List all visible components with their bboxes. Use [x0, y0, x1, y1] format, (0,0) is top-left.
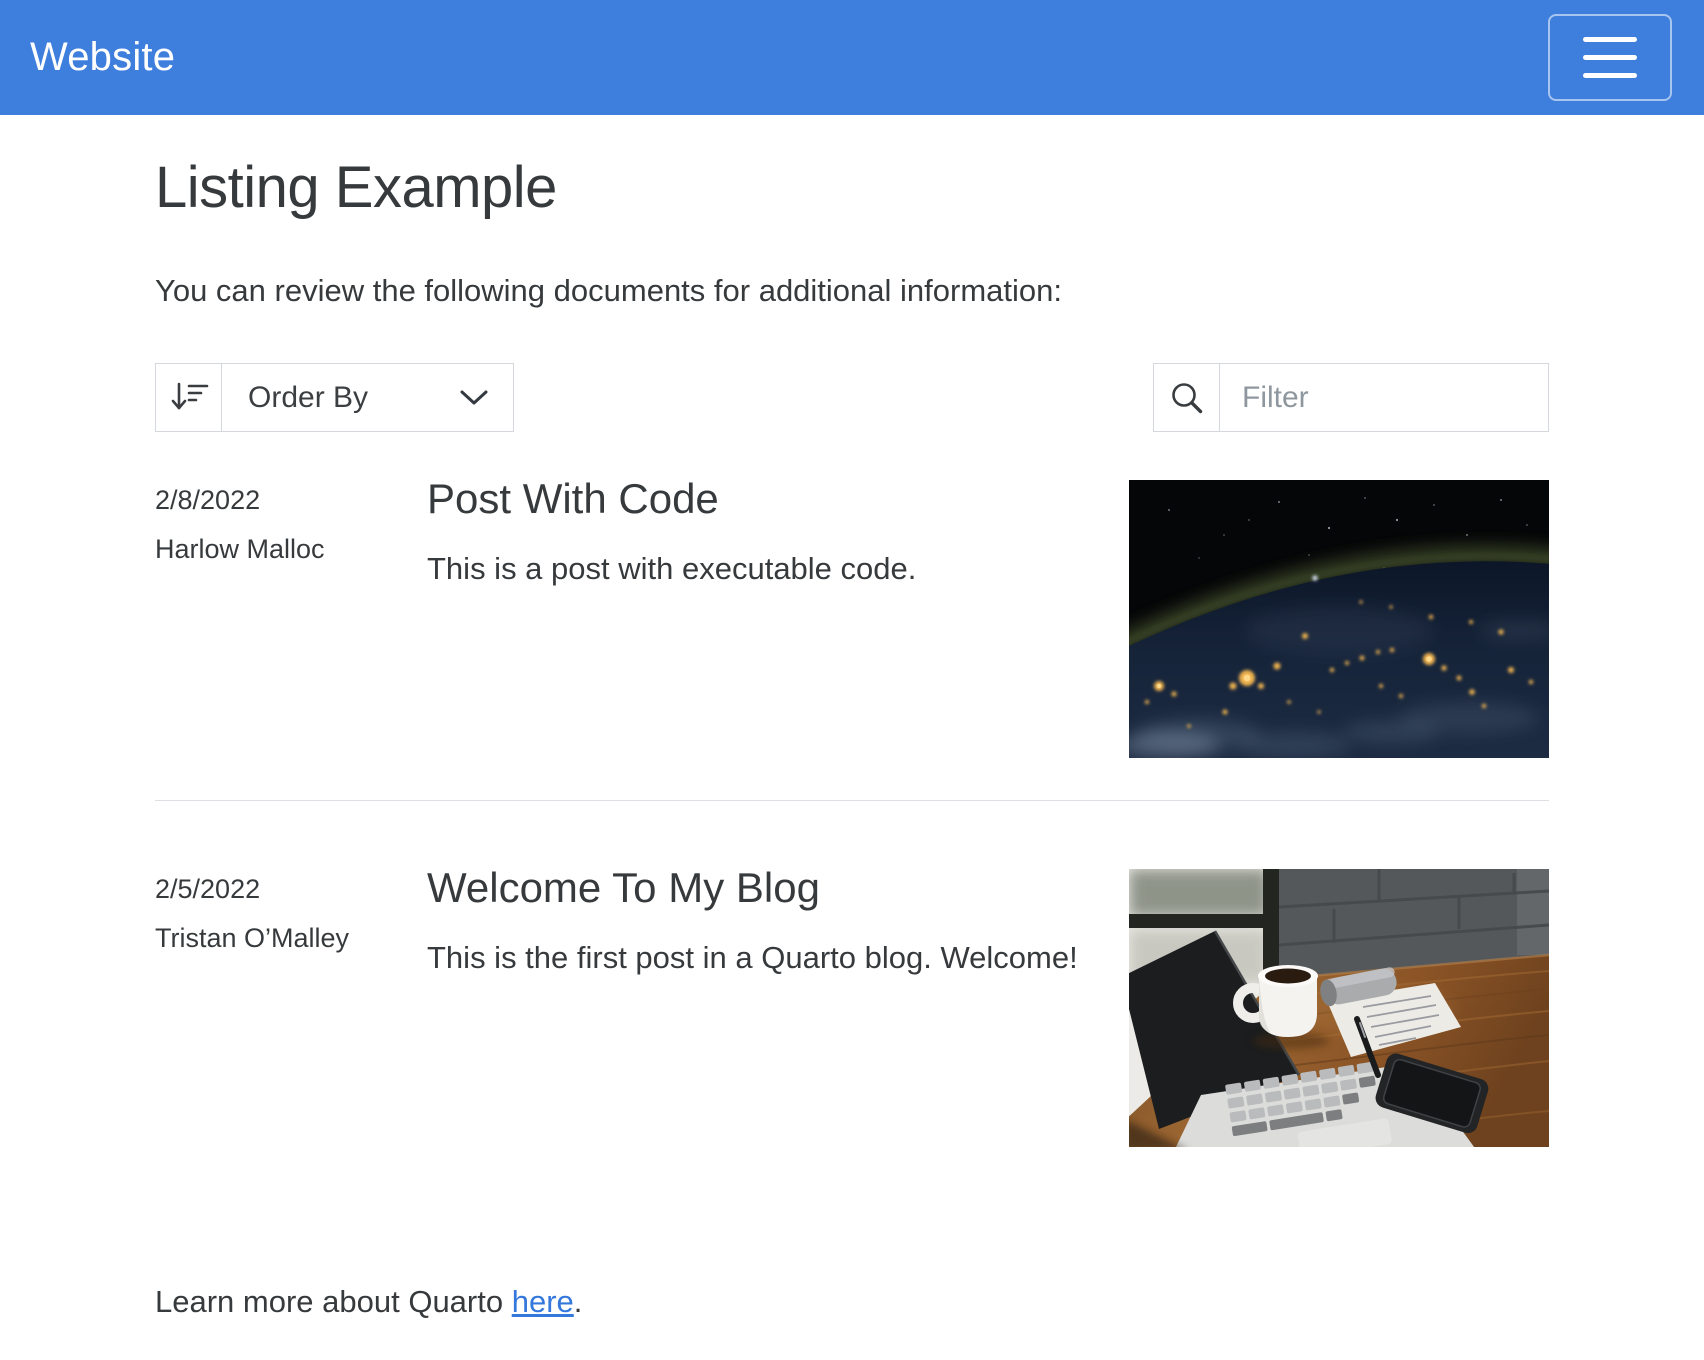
post-title-link[interactable]: Welcome To My Blog [427, 863, 1092, 913]
post-row-post-with-code[interactable]: 2/8/2022 Harlow Malloc Post With Code Th… [155, 432, 1549, 800]
post-thumbnail-earth-at-night[interactable] [1129, 480, 1549, 758]
filter-input[interactable] [1220, 364, 1548, 431]
navbar-toggler-button[interactable] [1548, 14, 1672, 101]
order-by-label: Order By [248, 381, 368, 415]
navbar: Website [0, 0, 1704, 115]
post-description: This is a post with executable code. [427, 542, 1092, 596]
sort-down-icon [156, 364, 222, 431]
post-meta: 2/8/2022 Harlow Malloc [155, 480, 390, 758]
post-body: Post With Code This is a post with execu… [427, 480, 1092, 758]
post-description: This is the first post in a Quarto blog.… [427, 931, 1092, 985]
post-row-welcome-to-my-blog[interactable]: 2/5/2022 Tristan O’Malley Welcome To My … [155, 800, 1549, 1185]
post-author: Harlow Malloc [155, 529, 390, 570]
post-body: Welcome To My Blog This is the first pos… [427, 869, 1092, 1147]
post-title-link[interactable]: Post With Code [427, 474, 1092, 524]
quarto-link[interactable]: here [512, 1284, 574, 1319]
page-title: Listing Example [155, 152, 1549, 225]
search-icon [1154, 364, 1220, 431]
post-author: Tristan O’Malley [155, 918, 390, 959]
order-by-select[interactable]: Order By [222, 364, 513, 431]
intro-text: You can review the following documents f… [155, 266, 1549, 316]
listing-controls: Order By [155, 363, 1549, 432]
post-date: 2/5/2022 [155, 869, 390, 910]
footer-text: Learn more about Quarto [155, 1284, 512, 1319]
chevron-down-icon [459, 381, 489, 415]
main-content: Listing Example You can review the follo… [155, 152, 1549, 1360]
post-meta: 2/5/2022 Tristan O’Malley [155, 869, 390, 1147]
page-footer: Learn more about Quarto here. [155, 1284, 1549, 1360]
listing: 2/8/2022 Harlow Malloc Post With Code Th… [155, 432, 1549, 1185]
filter-control [1153, 363, 1549, 432]
footer-text-suffix: . [574, 1284, 583, 1319]
post-date: 2/8/2022 [155, 480, 390, 521]
order-by-control[interactable]: Order By [155, 363, 514, 432]
post-thumbnail-desk[interactable] [1129, 869, 1549, 1147]
navbar-brand[interactable]: Website [30, 35, 175, 80]
